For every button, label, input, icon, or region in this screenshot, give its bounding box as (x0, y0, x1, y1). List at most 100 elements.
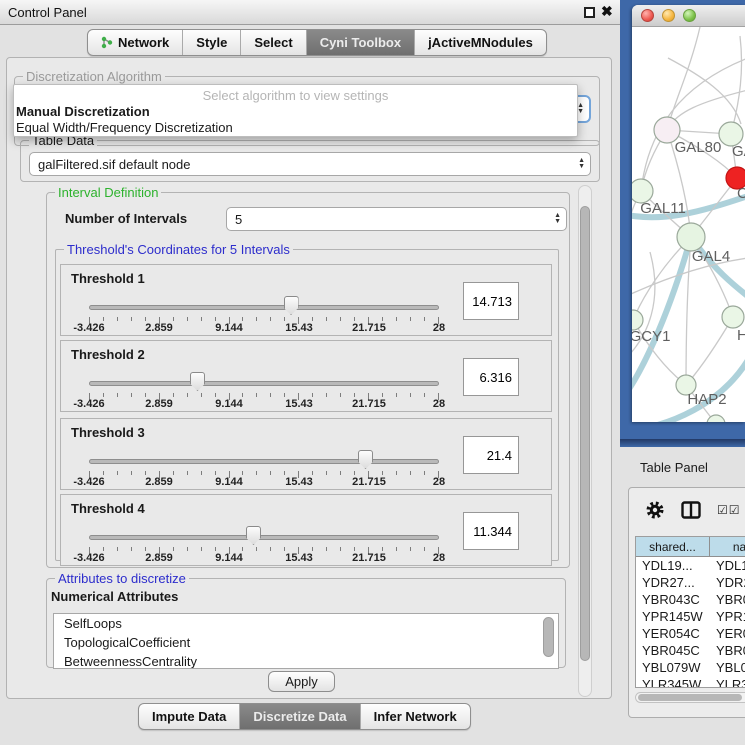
list-scrollbar[interactable] (543, 617, 554, 657)
tab-cyni-toolbox[interactable]: Cyni Toolbox (307, 30, 415, 55)
threshold-panel-1: Threshold 1-3.4262.8599.14415.4321.71528 (60, 264, 552, 336)
threshold-value-field[interactable] (463, 436, 519, 474)
minimize-traffic-light-icon[interactable] (662, 9, 675, 22)
numerical-attributes-label: Numerical Attributes (51, 589, 178, 604)
node-label: HAP2 (687, 391, 726, 408)
tab-discretize-data[interactable]: Discretize Data (240, 704, 360, 729)
threshold-value-field[interactable] (463, 358, 519, 396)
tick-label: 15.43 (285, 398, 313, 410)
numerical-attributes-list[interactable]: SelfLoopsTopologicalCoefficientBetweenne… (53, 613, 559, 669)
table-row[interactable]: YDL19...YDL1 (636, 557, 745, 574)
table-hscrollbar[interactable] (635, 692, 745, 703)
slider-ticks (89, 471, 439, 478)
float-window-icon[interactable] (584, 7, 595, 18)
table-row[interactable]: YLR345WYLR3 (636, 676, 745, 688)
table-row[interactable]: YBL079WYBL0 (636, 659, 745, 676)
num-intervals-combobox[interactable]: 5 ▲▼ (226, 207, 567, 231)
table-data-value: galFiltered.sif default node (38, 157, 190, 172)
network-edge[interactable] (667, 27, 700, 130)
node-label: GAL4 (692, 248, 730, 265)
node-table[interactable]: shared...na YDL19...YDL1YDR27...YDR2YBR0… (635, 536, 745, 688)
gear-icon[interactable] (645, 500, 665, 520)
control-panel-titlebar: Control Panel ✖ (0, 0, 620, 25)
panel-scrollbar-track[interactable] (578, 185, 592, 697)
threshold-panel-2: Threshold 2-3.4262.8599.14415.4321.71528 (60, 340, 552, 412)
slider-ticks (89, 547, 439, 554)
network-edge[interactable] (668, 58, 741, 124)
network-node[interactable] (677, 223, 705, 251)
table-cell: YDR27... (636, 574, 710, 591)
network-edge[interactable] (686, 317, 733, 385)
threshold-label: Threshold 3 (71, 425, 145, 440)
slider-track[interactable] (89, 305, 439, 310)
tick-label: 15.43 (285, 476, 313, 488)
slider-thumb[interactable] (246, 526, 261, 545)
tick-label: 21.715 (352, 476, 386, 488)
slider-track[interactable] (89, 459, 439, 464)
network-edge[interactable] (633, 237, 691, 320)
network-window-titlebar (632, 5, 745, 27)
tab-style[interactable]: Style (183, 30, 241, 55)
slider-ticks (89, 317, 439, 324)
table-row[interactable]: YBR043CYBR0 (636, 591, 745, 608)
node-label: GA (732, 143, 745, 160)
tick-label: 2.859 (145, 322, 173, 334)
algorithm-dropdown-popup: Select algorithm to view settings Manual… (13, 84, 578, 137)
table-data-group: Table Data galFiltered.sif default node … (20, 140, 600, 182)
tick-label: 21.715 (352, 322, 386, 334)
tab-jactivemnodules[interactable]: jActiveMNodules (415, 30, 546, 55)
network-canvas[interactable]: GAL80GACGAL11GAL4GCY1HHAP2 (632, 27, 745, 422)
network-node[interactable] (632, 310, 643, 330)
threshold-value-field[interactable] (463, 282, 519, 320)
tab-infer-network[interactable]: Infer Network (361, 704, 470, 729)
slider-track[interactable] (89, 381, 439, 386)
slider-thumb[interactable] (284, 296, 299, 315)
columns-icon[interactable] (681, 501, 701, 519)
slider-thumb[interactable] (358, 450, 373, 469)
column-header[interactable]: shared... (636, 537, 710, 556)
dropdown-hint: Select algorithm to view settings (14, 88, 577, 103)
dropdown-item-manual[interactable]: Manual Discretization (16, 104, 150, 119)
combo-arrows-icon: ▲▼ (578, 153, 585, 175)
table-cell: YER0 (710, 625, 745, 642)
num-intervals-label: Number of Intervals (65, 211, 187, 226)
table-cell: YBR045C (636, 642, 710, 659)
checkbox-icons[interactable]: ☑☑ (717, 503, 741, 517)
tab-select[interactable]: Select (241, 30, 306, 55)
close-icon[interactable]: ✖ (601, 3, 613, 20)
tab-network[interactable]: Network (88, 30, 183, 55)
tick-label: 2.859 (145, 476, 173, 488)
table-data-combobox[interactable]: galFiltered.sif default node ▲▼ (29, 152, 591, 176)
attribute-list-item[interactable]: TopologicalCoefficient (54, 633, 558, 652)
node-label: GAL80 (675, 139, 722, 156)
panel-scrollbar-thumb[interactable] (580, 206, 590, 661)
node-label: GCY1 (632, 328, 670, 345)
tab-label: jActiveMNodules (428, 35, 533, 50)
dropdown-item-equal-width[interactable]: Equal Width/Frequency Discretization (16, 120, 233, 135)
apply-button[interactable]: Apply (268, 671, 335, 692)
column-header[interactable]: na (710, 537, 745, 556)
thresholds-group-title: Threshold's Coordinates for 5 Intervals (64, 242, 293, 257)
table-row[interactable]: YBR045CYBR0 (636, 642, 745, 659)
threshold-panel-3: Threshold 3-3.4262.8599.14415.4321.71528 (60, 418, 552, 490)
tick-label: 9.144 (215, 552, 243, 564)
attributes-group: Attributes to discretize Numerical Attri… (46, 578, 566, 668)
attribute-list-item[interactable]: SelfLoops (54, 614, 558, 633)
zoom-traffic-light-icon[interactable] (683, 9, 696, 22)
tab-impute-data[interactable]: Impute Data (139, 704, 240, 729)
slider-track[interactable] (89, 535, 439, 540)
network-node[interactable] (722, 306, 744, 328)
table-row[interactable]: YDR27...YDR2 (636, 574, 745, 591)
slider-thumb[interactable] (190, 372, 205, 391)
tick-label: 9.144 (215, 398, 243, 410)
tab-label: Style (196, 35, 227, 50)
node-label: H (737, 327, 745, 344)
tick-label: -3.426 (73, 476, 104, 488)
threshold-value-field[interactable] (463, 512, 519, 550)
close-traffic-light-icon[interactable] (641, 9, 654, 22)
tick-label: 2.859 (145, 552, 173, 564)
tick-label: 28 (433, 476, 445, 488)
attribute-list-item[interactable]: BetweennessCentrality (54, 652, 558, 669)
table-row[interactable]: YPR145WYPR1 (636, 608, 745, 625)
table-row[interactable]: YER054CYER0 (636, 625, 745, 642)
